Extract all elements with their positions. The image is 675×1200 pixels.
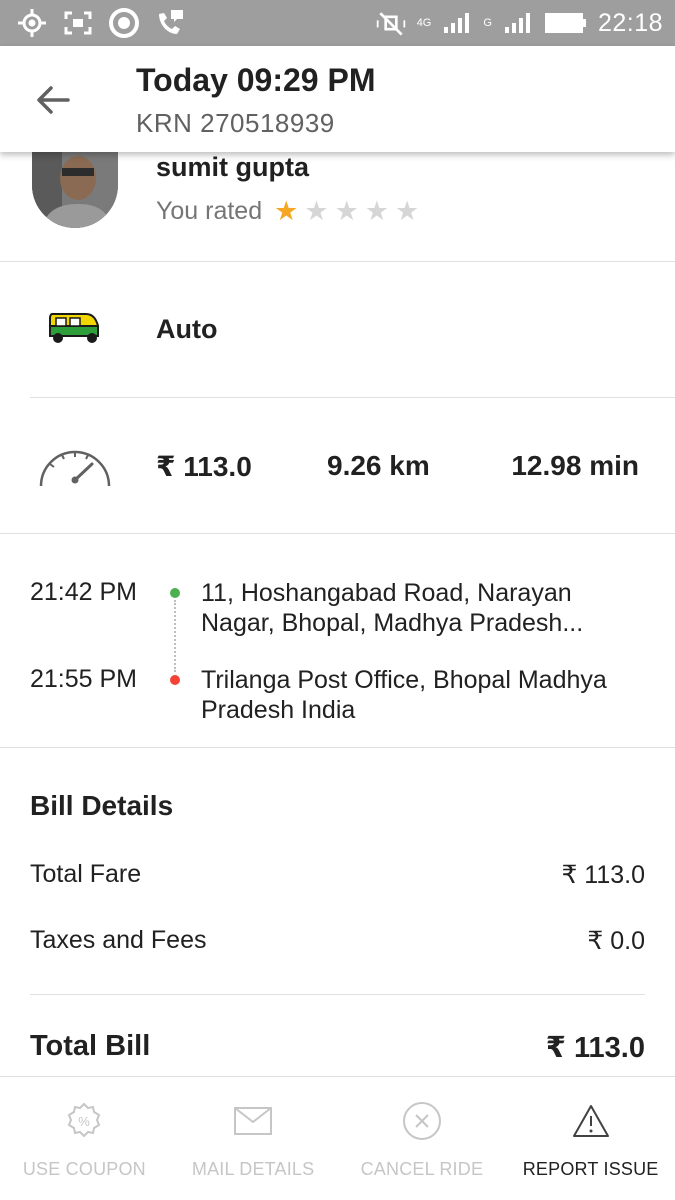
trip-distance: 9.26 km (327, 450, 430, 481)
speedometer-icon (38, 442, 112, 488)
signal-4g-icon (441, 8, 473, 38)
use-coupon-button[interactable]: % USE COUPON (0, 1077, 169, 1200)
bill-row-taxes: Taxes and Fees ₹ 0.0 (30, 926, 645, 955)
sync-circle-icon (108, 8, 140, 38)
avatar (32, 152, 118, 228)
rating-row: You rated ★ ★ ★ ★ ★ (156, 196, 419, 227)
status-bar: 4G G 22:18 (0, 0, 675, 46)
mail-icon (233, 1101, 273, 1141)
bill-details-title: Bill Details (30, 790, 174, 821)
auto-rickshaw-icon (46, 310, 102, 346)
network-g-label: G (483, 16, 492, 29)
mail-details-button[interactable]: MAIL DETAILS (169, 1077, 338, 1200)
page-title: Today 09:29 PM (136, 62, 376, 98)
status-bar-time: 22:18 (597, 8, 663, 37)
total-bill-amount: ₹ 113.0 (545, 1032, 645, 1064)
vehicle-type: Auto (156, 314, 218, 344)
star-icon: ★ (395, 196, 420, 226)
pickup-address-line-2: Nagar, Bhopal, Madhya Pradesh... (201, 609, 584, 637)
driver-name: sumit gupta (156, 152, 309, 182)
total-bill-row: Total Bill ₹ 113.0 (30, 1030, 645, 1064)
rated-label: You rated (156, 197, 263, 225)
pickup-dot (170, 588, 180, 598)
drop-time: 21:55 PM (30, 665, 138, 693)
signal-g-icon (502, 8, 534, 38)
bottom-action-bar: % USE COUPON MAIL DETAILS CANCEL RIDE RE… (0, 1076, 675, 1200)
ride-id: KRN 270518939 (136, 108, 335, 138)
arrow-left-icon (37, 86, 70, 114)
call-message-icon (154, 8, 186, 38)
bill-row-label: Total Fare (30, 860, 142, 888)
pickup-address: 11, Hoshangabad Road, Narayan Nagar, Bho… (201, 578, 641, 638)
driver-section: sumit gupta You rated ★ ★ ★ ★ ★ (0, 152, 675, 262)
star-icon: ★ (364, 196, 389, 226)
bill-row-total-fare: Total Fare ₹ 113.0 (30, 860, 645, 889)
network-type-label: 4G (416, 16, 432, 29)
mail-details-label: MAIL DETAILS (191, 1159, 315, 1179)
bill-divider (30, 994, 645, 995)
screenshot-icon (62, 8, 94, 38)
bill-row-amount: ₹ 113.0 (561, 861, 645, 889)
route-section: 21:42 PM 11, Hoshangabad Road, Narayan N… (0, 534, 675, 748)
battery-icon (544, 8, 588, 38)
pickup-address-line-1: 11, Hoshangabad Road, Narayan (201, 579, 572, 607)
star-rating: ★ ★ ★ ★ ★ (274, 196, 419, 227)
coupon-icon: % (65, 1101, 103, 1141)
back-button[interactable] (26, 76, 80, 124)
vehicle-section: Auto (30, 262, 675, 398)
drop-address-line-2: Pradesh India (201, 696, 356, 724)
mute-vibrate-icon (375, 8, 407, 38)
warning-icon (572, 1101, 610, 1141)
cancel-circle-icon (402, 1101, 442, 1141)
pickup-time: 21:42 PM (30, 578, 138, 606)
bill-row-amount: ₹ 0.0 (587, 927, 645, 955)
trip-duration: 12.98 min (511, 450, 639, 481)
star-icon: ★ (334, 196, 359, 226)
bill-row-label: Taxes and Fees (30, 926, 207, 954)
total-bill-label: Total Bill (30, 1030, 151, 1062)
drop-address-line-1: Trilanga Post Office, Bhopal Madhya (201, 666, 607, 694)
route-connector (174, 600, 176, 672)
star-icon: ★ (274, 196, 299, 226)
location-icon (16, 8, 48, 38)
status-bar-notifications (16, 8, 186, 38)
drop-address: Trilanga Post Office, Bhopal Madhya Prad… (201, 665, 641, 725)
star-icon: ★ (304, 196, 329, 226)
trip-stats: ₹ 113.0 9.26 km 12.98 min (0, 398, 675, 534)
status-bar-system: 4G G 22:18 (375, 8, 663, 38)
use-coupon-label: USE COUPON (22, 1159, 146, 1179)
report-issue-label: REPORT ISSUE (522, 1159, 659, 1179)
app-bar: Today 09:29 PM KRN 270518939 (0, 46, 675, 152)
report-issue-button[interactable]: REPORT ISSUE (506, 1077, 675, 1200)
cancel-ride-button[interactable]: CANCEL RIDE (338, 1077, 507, 1200)
svg-text:%: % (79, 1114, 91, 1129)
cancel-ride-label: CANCEL RIDE (360, 1159, 484, 1179)
trip-fare: ₹ 113.0 (156, 451, 252, 482)
drop-dot (170, 675, 180, 685)
